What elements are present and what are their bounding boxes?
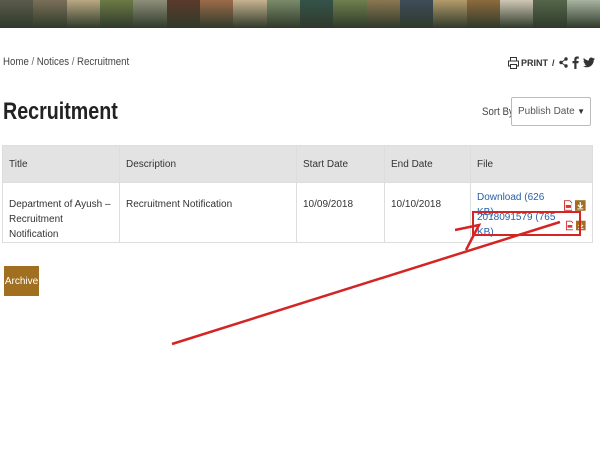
banner-image	[266, 0, 300, 28]
page-tools: PRINT /	[508, 56, 595, 69]
column-header-start-date: Start Date	[296, 145, 385, 183]
table-header-row: Title Description Start Date End Date Fi…	[2, 145, 593, 183]
pdf-icon	[563, 199, 573, 211]
banner-image	[33, 0, 67, 28]
breadcrumb: Home / Notices / Recruitment	[3, 56, 129, 68]
twitter-icon[interactable]	[582, 57, 595, 68]
column-header-description: Description	[119, 145, 297, 183]
banner-image	[399, 0, 434, 28]
cell-description: Recruitment Notification	[119, 182, 297, 243]
column-header-file: File	[470, 145, 593, 183]
breadcrumb-home[interactable]: Home	[3, 56, 29, 68]
archive-button[interactable]: Archive	[4, 266, 39, 296]
banner-image	[166, 0, 200, 28]
banner-image	[466, 0, 500, 28]
download-icon[interactable]	[575, 199, 586, 211]
cell-start-date: 10/09/2018	[296, 182, 385, 243]
annotation-highlight-box	[472, 211, 581, 236]
banner-image	[233, 0, 267, 28]
tools-separator: /	[552, 57, 555, 68]
chevron-down-icon: ▼	[577, 107, 585, 116]
banner-image	[0, 0, 34, 28]
banner-image	[99, 0, 134, 28]
banner-image	[333, 0, 367, 28]
banner-image	[499, 0, 534, 28]
banner-image	[566, 0, 600, 28]
header-banner	[0, 0, 600, 28]
printer-icon	[508, 56, 519, 69]
banner-image	[199, 0, 234, 28]
share-icon[interactable]	[558, 57, 568, 68]
banner-image	[66, 0, 100, 28]
cell-title-line: Recruitment Notification	[9, 214, 63, 240]
facebook-icon[interactable]	[572, 56, 579, 69]
column-header-end-date: End Date	[384, 145, 471, 183]
sort-selected-value: Publish Date	[518, 106, 575, 117]
banner-image	[133, 0, 167, 28]
print-button[interactable]: PRINT	[508, 56, 548, 69]
cell-title-line: Department of Ayush –	[9, 199, 111, 210]
banner-image	[433, 0, 467, 28]
column-header-title: Title	[2, 145, 120, 183]
banner-image	[299, 0, 334, 28]
cell-end-date: 10/10/2018	[384, 182, 471, 243]
breadcrumb-separator: /	[31, 56, 35, 68]
breadcrumb-notices[interactable]: Notices	[37, 56, 69, 68]
cell-title: Department of Ayush – Recruitment Notifi…	[2, 182, 120, 243]
banner-image	[366, 0, 400, 28]
breadcrumb-separator: /	[71, 56, 75, 68]
sort-select[interactable]: Publish Date ▼	[511, 97, 591, 126]
breadcrumb-current: Recruitment	[77, 56, 130, 68]
banner-image	[533, 0, 567, 28]
print-label: PRINT	[521, 57, 548, 68]
page-title: Recruitment	[3, 98, 118, 125]
